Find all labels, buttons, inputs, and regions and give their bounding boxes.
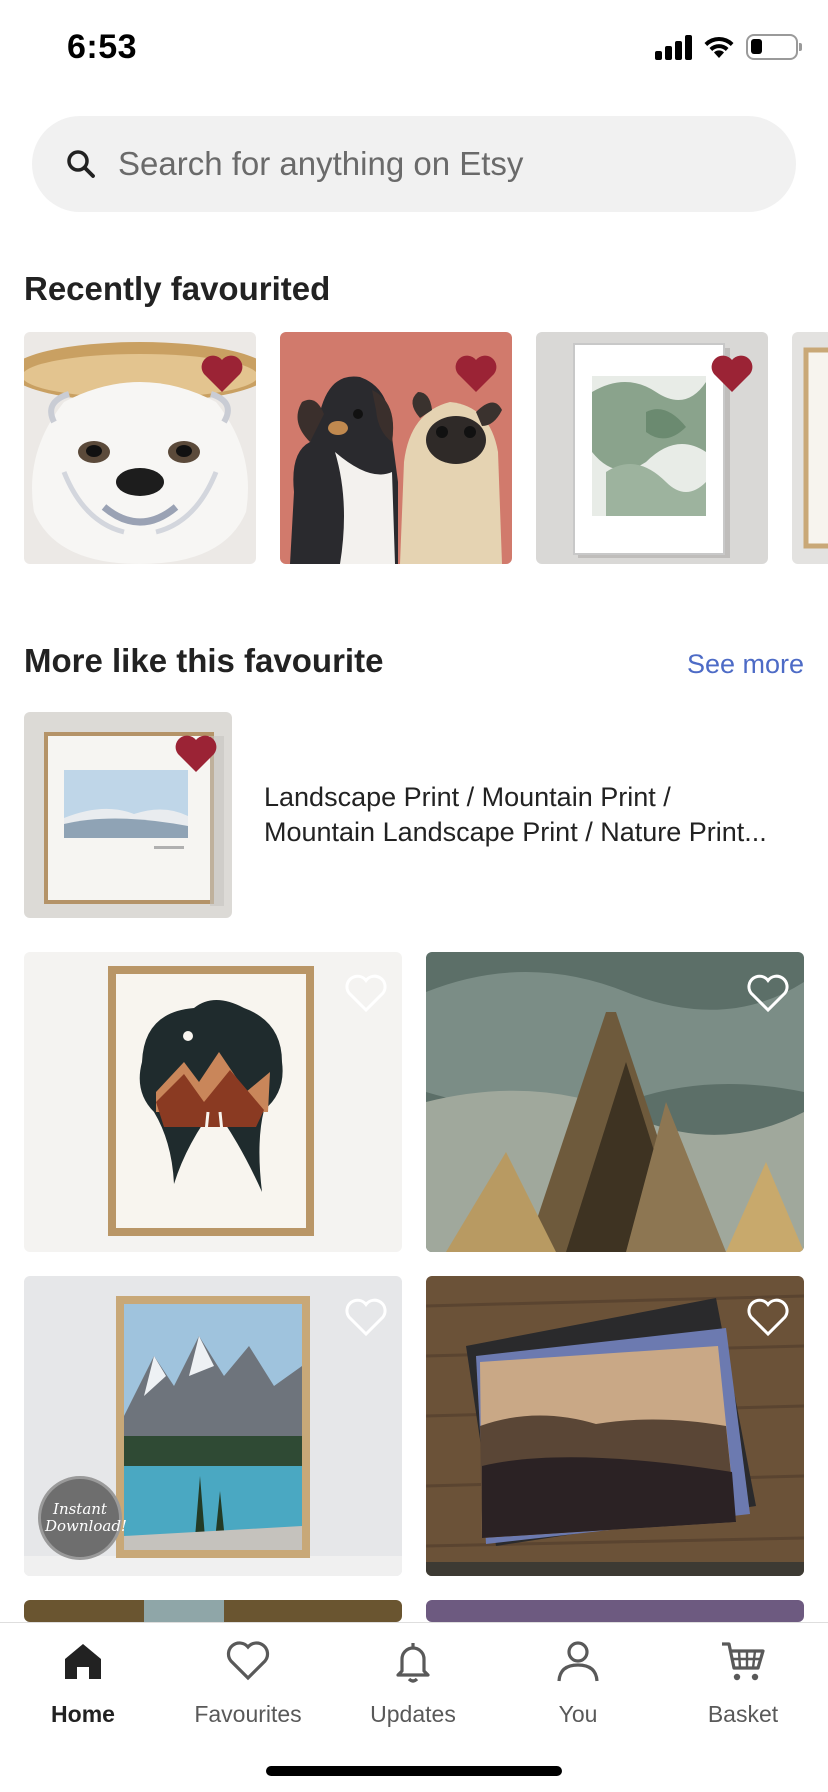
feature-title-line1: Landscape Print / Mountain Print / bbox=[264, 782, 671, 812]
grid-item-partial-right[interactable] bbox=[426, 1600, 804, 1622]
nav-basket[interactable]: Basket bbox=[668, 1637, 818, 1728]
status-time: 6:53 bbox=[67, 28, 138, 66]
signal-icon bbox=[655, 34, 692, 60]
instant-download-label: Instant Download! bbox=[45, 1500, 127, 1535]
search-input[interactable] bbox=[118, 145, 758, 183]
recent-item-partial[interactable] bbox=[792, 332, 828, 564]
wifi-icon bbox=[704, 36, 734, 58]
favourite-heart-icon[interactable] bbox=[710, 354, 754, 394]
recently-favourited-carousel[interactable] bbox=[24, 332, 828, 564]
favourite-heart-icon[interactable] bbox=[454, 354, 498, 394]
favourite-heart-icon[interactable] bbox=[746, 974, 790, 1014]
feature-listing-title[interactable]: Landscape Print / Mountain Print / Mount… bbox=[264, 780, 804, 850]
search-icon bbox=[67, 150, 95, 178]
grid-item-sunset-prints[interactable] bbox=[426, 1276, 804, 1576]
more-like-title: More like this favourite bbox=[24, 642, 384, 679]
bell-icon bbox=[396, 1643, 430, 1683]
framed-print-image bbox=[792, 332, 828, 564]
grid-item-mountain-silhouette[interactable] bbox=[24, 952, 402, 1252]
favourite-heart-icon[interactable] bbox=[344, 1298, 388, 1338]
grid-item-partial-left[interactable] bbox=[24, 1600, 402, 1622]
nav-home[interactable]: Home bbox=[8, 1637, 158, 1728]
recent-item-bulldog[interactable] bbox=[24, 332, 256, 564]
instant-download-badge: Instant Download! bbox=[38, 1476, 127, 1560]
battery-icon bbox=[746, 34, 802, 60]
feature-listing-image[interactable] bbox=[24, 712, 232, 918]
status-icons bbox=[655, 34, 802, 60]
favourite-heart-icon[interactable] bbox=[344, 974, 388, 1014]
nav-basket-label: Basket bbox=[707, 1701, 779, 1727]
recent-item-abstract-print[interactable] bbox=[536, 332, 768, 564]
home-indicator[interactable] bbox=[266, 1766, 562, 1776]
grid-item-moraine-lake[interactable]: Instant Download! bbox=[24, 1276, 402, 1576]
nav-you[interactable]: You bbox=[503, 1637, 653, 1728]
search-bar[interactable] bbox=[32, 116, 796, 212]
purple-sky-image bbox=[426, 1600, 804, 1622]
nav-updates-label: Updates bbox=[370, 1701, 456, 1727]
cart-icon bbox=[722, 1642, 765, 1681]
home-icon bbox=[65, 1644, 101, 1679]
grid-item-misty-forest[interactable] bbox=[426, 952, 804, 1252]
forest-river-image bbox=[24, 1600, 402, 1622]
person-icon bbox=[557, 1641, 599, 1682]
feature-title-line2: Mountain Landscape Print / Nature Print.… bbox=[264, 817, 767, 847]
heart-icon bbox=[226, 1641, 270, 1681]
nav-home-label: Home bbox=[51, 1701, 115, 1727]
favourite-heart-icon[interactable] bbox=[746, 1298, 790, 1338]
recent-item-dog-portrait[interactable] bbox=[280, 332, 512, 564]
nav-updates[interactable]: Updates bbox=[338, 1637, 488, 1728]
favourite-heart-icon[interactable] bbox=[200, 354, 244, 394]
status-bar: 6:53 bbox=[0, 0, 828, 100]
nav-favourites-label: Favourites bbox=[194, 1701, 302, 1727]
favourite-heart-icon[interactable] bbox=[174, 734, 218, 774]
recently-favourited-title: Recently favourited bbox=[24, 270, 331, 307]
see-more-link[interactable]: See more bbox=[687, 649, 804, 680]
nav-favourites[interactable]: Favourites bbox=[173, 1637, 323, 1728]
nav-you-label: You bbox=[558, 1701, 598, 1727]
